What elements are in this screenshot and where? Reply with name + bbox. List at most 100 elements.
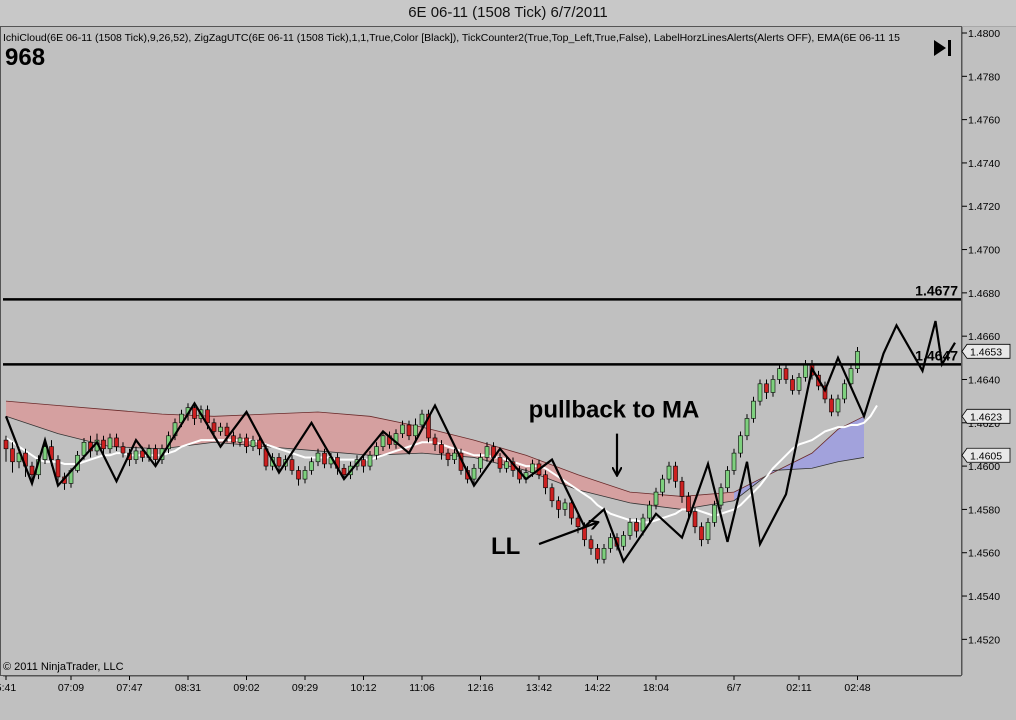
time-axis: 5:41 07:09 07:47 08:31 09:02 09:29 10:12 11:06 1…: [0, 675, 961, 694]
candle: [757, 379, 763, 406]
candle-body: [556, 500, 561, 510]
candle-body: [133, 450, 139, 460]
y-tick-label: 1.4640: [968, 374, 1000, 386]
candle: [855, 347, 860, 373]
candle: [562, 498, 568, 516]
candle-body: [296, 470, 301, 480]
y-tick-label: 1.4660: [968, 331, 1000, 343]
tick-counter: 968: [5, 44, 46, 71]
candle-body: [114, 437, 119, 447]
candle-body: [575, 517, 581, 528]
x-tick-label: 11:06: [409, 682, 435, 694]
candle-body: [432, 437, 438, 445]
candle-body: [257, 439, 262, 450]
indicator-list: IchiCloud(6E 06-11 (1508 Tick),9,26,52),…: [3, 32, 900, 44]
candle-body: [3, 439, 9, 450]
chart-window: 6E 06-11 (1508 Tick) 6/7/2011 1.4677 1.46…: [0, 0, 1016, 720]
y-tick-label: 1.4600: [968, 461, 1000, 473]
candle-body: [660, 478, 665, 493]
candle-body: [231, 435, 236, 443]
candle-body: [322, 452, 327, 465]
scroll-to-end-icon[interactable]: [932, 38, 954, 58]
annotation-text: pullback to MA: [529, 397, 700, 424]
candle: [712, 500, 717, 527]
price-chart[interactable]: 1.4677 1.4647 1.4800 1.4780 1.4760 1.4740 1.4…: [0, 0, 1016, 720]
candle: [588, 535, 594, 555]
candle-body: [679, 480, 685, 497]
candle-body: [309, 461, 314, 471]
annotation-text: LL: [491, 533, 520, 560]
candle: [296, 466, 301, 486]
candle: [744, 414, 750, 441]
candle-body: [562, 502, 568, 510]
candle-body: [718, 487, 724, 506]
price-tag-label: 1.4623: [970, 411, 1002, 423]
y-tick-label: 1.4580: [968, 504, 1000, 516]
candle-body: [692, 511, 698, 528]
candle: [738, 431, 743, 458]
candle-body: [55, 459, 61, 478]
candle-body: [471, 467, 477, 480]
candle-body: [634, 522, 639, 532]
candle-body: [413, 424, 418, 437]
candle-body: [699, 526, 704, 541]
candle-body: [777, 368, 782, 380]
horizontal-line-label: 1.4677: [915, 282, 958, 298]
candle: [595, 544, 600, 564]
y-tick-label: 1.4560: [968, 548, 1000, 560]
candle-body: [29, 465, 35, 476]
candle: [549, 483, 555, 508]
candle-body: [380, 435, 386, 447]
candle-body: [237, 437, 243, 443]
candle: [796, 372, 802, 395]
candle-body: [101, 439, 106, 450]
candle-body: [751, 400, 756, 419]
candle-body: [374, 446, 379, 456]
candle-body: [530, 463, 535, 473]
y-tick-label: 1.4760: [968, 115, 1000, 127]
x-tick-label: 08:31: [175, 682, 201, 694]
candle-body: [341, 467, 347, 476]
candle-body: [835, 398, 841, 413]
candle-body: [627, 522, 633, 536]
candle-body: [250, 439, 256, 447]
x-tick-label: 09:02: [233, 682, 259, 694]
candle-body: [725, 470, 730, 489]
x-tick-label: 02:48: [844, 682, 870, 694]
candle-body: [608, 537, 613, 549]
candle-body: [484, 446, 490, 458]
candle-body: [842, 383, 847, 400]
y-tick-label: 1.4520: [968, 634, 1000, 646]
candle-body: [673, 465, 678, 482]
x-tick-label: 09:29: [292, 682, 318, 694]
candle: [133, 446, 139, 464]
x-tick-label: 5:41: [0, 682, 16, 694]
candle: [608, 533, 613, 553]
candle-body: [120, 446, 126, 454]
price-tag-label: 1.4605: [970, 450, 1002, 462]
candle-body: [666, 465, 672, 480]
candle: [673, 461, 678, 488]
candle-body: [452, 452, 457, 460]
candle: [842, 379, 847, 404]
candle: [731, 448, 737, 475]
x-tick-label: 10:12: [350, 682, 376, 694]
candle: [777, 364, 782, 384]
candle-body: [504, 461, 509, 469]
candle-body: [855, 351, 860, 369]
candle: [770, 375, 776, 397]
candle: [10, 442, 15, 473]
candle-body: [757, 383, 763, 402]
candle-body: [107, 437, 113, 450]
candle: [705, 518, 711, 545]
candle: [835, 394, 841, 417]
candle: [829, 394, 834, 417]
y-tick-label: 1.4680: [968, 288, 1000, 300]
candle-body: [796, 377, 802, 391]
candle-body: [829, 398, 834, 413]
y-tick-label: 1.4740: [968, 158, 1000, 170]
candle-body: [445, 452, 451, 460]
candle-body: [439, 444, 444, 454]
candle-body: [595, 548, 600, 560]
x-tick-label: 07:47: [116, 682, 142, 694]
